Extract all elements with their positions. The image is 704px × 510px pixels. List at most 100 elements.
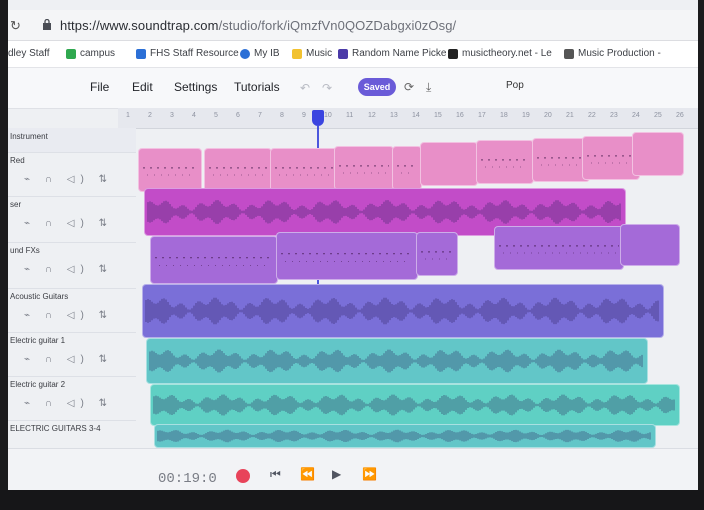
ruler-tick: 8 [280, 112, 284, 119]
track-header[interactable]: Acoustic Guitars ⌁ ∩ ◁) ⇅ [8, 288, 136, 333]
waveform [621, 225, 679, 265]
saved-button[interactable]: Saved [358, 78, 396, 96]
bookmark-item[interactable]: dley Staff [8, 48, 50, 59]
bookmark-item[interactable]: musictheory.net - Le [448, 48, 552, 59]
audio-clip[interactable] [334, 146, 394, 190]
reload-icon[interactable]: ↻ [10, 18, 21, 34]
menu-file[interactable]: File [90, 80, 109, 94]
ruler-tick: 15 [434, 112, 442, 119]
track-header[interactable]: Red ⌁ ∩ ◁) ⇅ [8, 152, 136, 197]
ruler-tick: 21 [566, 112, 574, 119]
bookmark-label: Random Name Picke [352, 48, 447, 59]
audio-clip[interactable] [204, 148, 272, 192]
ruler-tick: 11 [346, 112, 354, 119]
audio-clip[interactable] [620, 224, 680, 266]
audio-clip[interactable] [494, 226, 624, 270]
track-name: Electric guitar 2 [10, 380, 66, 389]
audio-clip[interactable] [270, 148, 338, 192]
cloud-icon [240, 48, 250, 59]
playhead-handle[interactable] [312, 110, 324, 126]
timeline-ruler[interactable]: 1 2 3 4 5 6 7 8 9 10 11 12 13 14 15 16 17 18 19 20 21 22 23 24 2… [118, 108, 698, 129]
project-title[interactable]: Pop [506, 80, 524, 91]
track-controls[interactable]: ⌁ ∩ ◁) ⇅ [24, 264, 113, 275]
calendar-icon [136, 48, 146, 59]
waveform [157, 429, 651, 443]
ruler-tick: 19 [522, 112, 530, 119]
track-header[interactable]: Electric guitar 1 ⌁ ∩ ◁) ⇅ [8, 332, 136, 377]
track-controls[interactable]: ⌁ ∩ ◁) ⇅ [24, 174, 113, 185]
waveform [421, 143, 477, 185]
ruler-tick: 25 [654, 112, 662, 119]
audio-clip[interactable] [154, 424, 656, 448]
lock-icon [43, 19, 51, 30]
url-path: /studio/fork/iQmzfVn0QOZDabgxi0zOsg/ [218, 18, 457, 33]
track-controls[interactable]: ⌁ ∩ ◁) ⇅ [24, 310, 113, 321]
audio-clip[interactable] [476, 140, 534, 184]
fast-forward-icon[interactable]: ⏩ [362, 467, 377, 481]
bookmark-item[interactable]: My IB [240, 48, 280, 59]
bookmark-item[interactable]: Random Name Picke [338, 48, 446, 59]
download-icon[interactable]: ⤓ [426, 80, 431, 95]
track-header[interactable]: ELECTRIC GUITARS 3-4 [8, 420, 136, 449]
track-header[interactable]: und FXs ⌁ ∩ ◁) ⇅ [8, 242, 136, 289]
audio-clip[interactable] [416, 232, 458, 276]
menu-settings[interactable]: Settings [174, 80, 217, 94]
audio-clip[interactable] [146, 338, 648, 384]
bookmark-label: campus [80, 48, 116, 59]
waveform [143, 167, 197, 176]
bookmark-item[interactable]: Music [292, 48, 332, 59]
folder-icon [292, 48, 302, 59]
bookmarks-bar: dley Staff campus FHS Staff Resource My … [8, 41, 698, 68]
audio-clip[interactable] [276, 232, 418, 280]
waveform [209, 167, 267, 176]
monitor-bezel [0, 490, 704, 510]
waveform [397, 165, 417, 174]
ruler-tick: 2 [148, 112, 152, 119]
undo-icon[interactable]: ↶ [300, 81, 310, 95]
ruler-tick: 9 [302, 112, 306, 119]
url-text[interactable]: https://www.soundtrap.com/studio/fork/iQ… [60, 18, 456, 33]
track-controls[interactable]: ⌁ ∩ ◁) ⇅ [24, 354, 113, 365]
waveform [339, 165, 389, 174]
track-controls[interactable]: ⌁ ∩ ◁) ⇅ [24, 218, 113, 229]
record-button[interactable] [236, 469, 250, 483]
rewind-icon[interactable]: ⏪ [300, 467, 315, 481]
waveform [153, 394, 675, 416]
audio-clip[interactable] [150, 236, 278, 284]
collab-icon[interactable]: ⟳ [404, 80, 414, 94]
waveform [149, 349, 643, 373]
music-note-icon [448, 48, 458, 59]
track-name: Acoustic Guitars [10, 292, 69, 301]
ruler-tick: 14 [412, 112, 420, 119]
waveform [275, 167, 333, 176]
ruler-tick: 10 [324, 112, 332, 119]
play-icon[interactable]: ▶ [332, 467, 341, 481]
track-header[interactable]: Electric guitar 2 ⌁ ∩ ◁) ⇅ [8, 376, 136, 421]
skip-back-icon[interactable]: ⏮ [270, 467, 281, 482]
audio-clip[interactable] [150, 384, 680, 426]
waveform [145, 297, 659, 325]
bookmark-item[interactable]: campus [66, 48, 115, 59]
track-header[interactable]: ser ⌁ ∩ ◁) ⇅ [8, 196, 136, 243]
track-controls[interactable]: ⌁ ∩ ◁) ⇅ [24, 398, 113, 409]
track-header[interactable]: Instrument [8, 128, 136, 153]
menu-tutorials[interactable]: Tutorials [234, 80, 280, 94]
audio-clip[interactable] [420, 142, 478, 186]
audio-clip[interactable] [632, 132, 684, 176]
redo-icon[interactable]: ↷ [322, 81, 332, 95]
bookmark-item[interactable]: Music Production - [564, 48, 661, 59]
audio-clip[interactable] [142, 284, 664, 338]
track-name: ELECTRIC GUITARS 3-4 [10, 424, 101, 433]
bookmark-item[interactable]: FHS Staff Resource [136, 48, 239, 59]
waveform [155, 257, 273, 267]
audio-clip[interactable] [392, 146, 422, 190]
menu-edit[interactable]: Edit [132, 80, 153, 94]
track-name: Instrument [10, 132, 48, 141]
audio-clip[interactable] [138, 148, 202, 192]
bookmark-label: My IB [254, 48, 280, 59]
waveform [587, 155, 635, 164]
address-bar[interactable]: ↻ https://www.soundtrap.com/studio/fork/… [8, 10, 698, 41]
ruler-tick: 20 [544, 112, 552, 119]
waveform [421, 251, 453, 260]
waveform [537, 157, 585, 166]
